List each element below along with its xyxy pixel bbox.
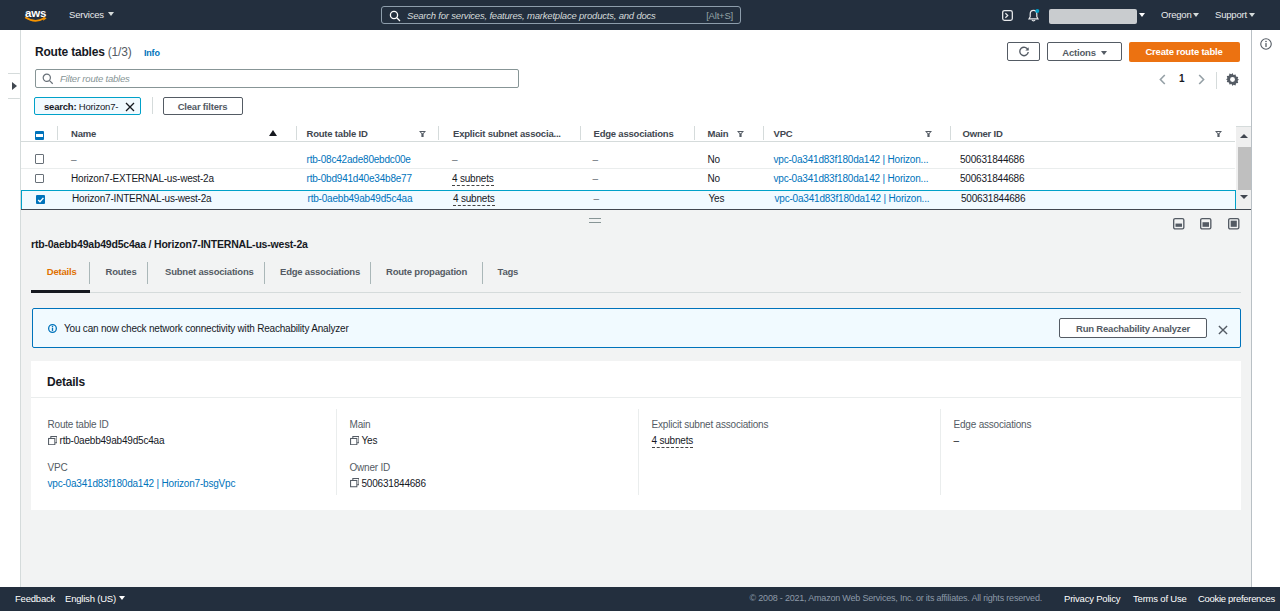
svg-text:aws: aws	[25, 7, 46, 19]
